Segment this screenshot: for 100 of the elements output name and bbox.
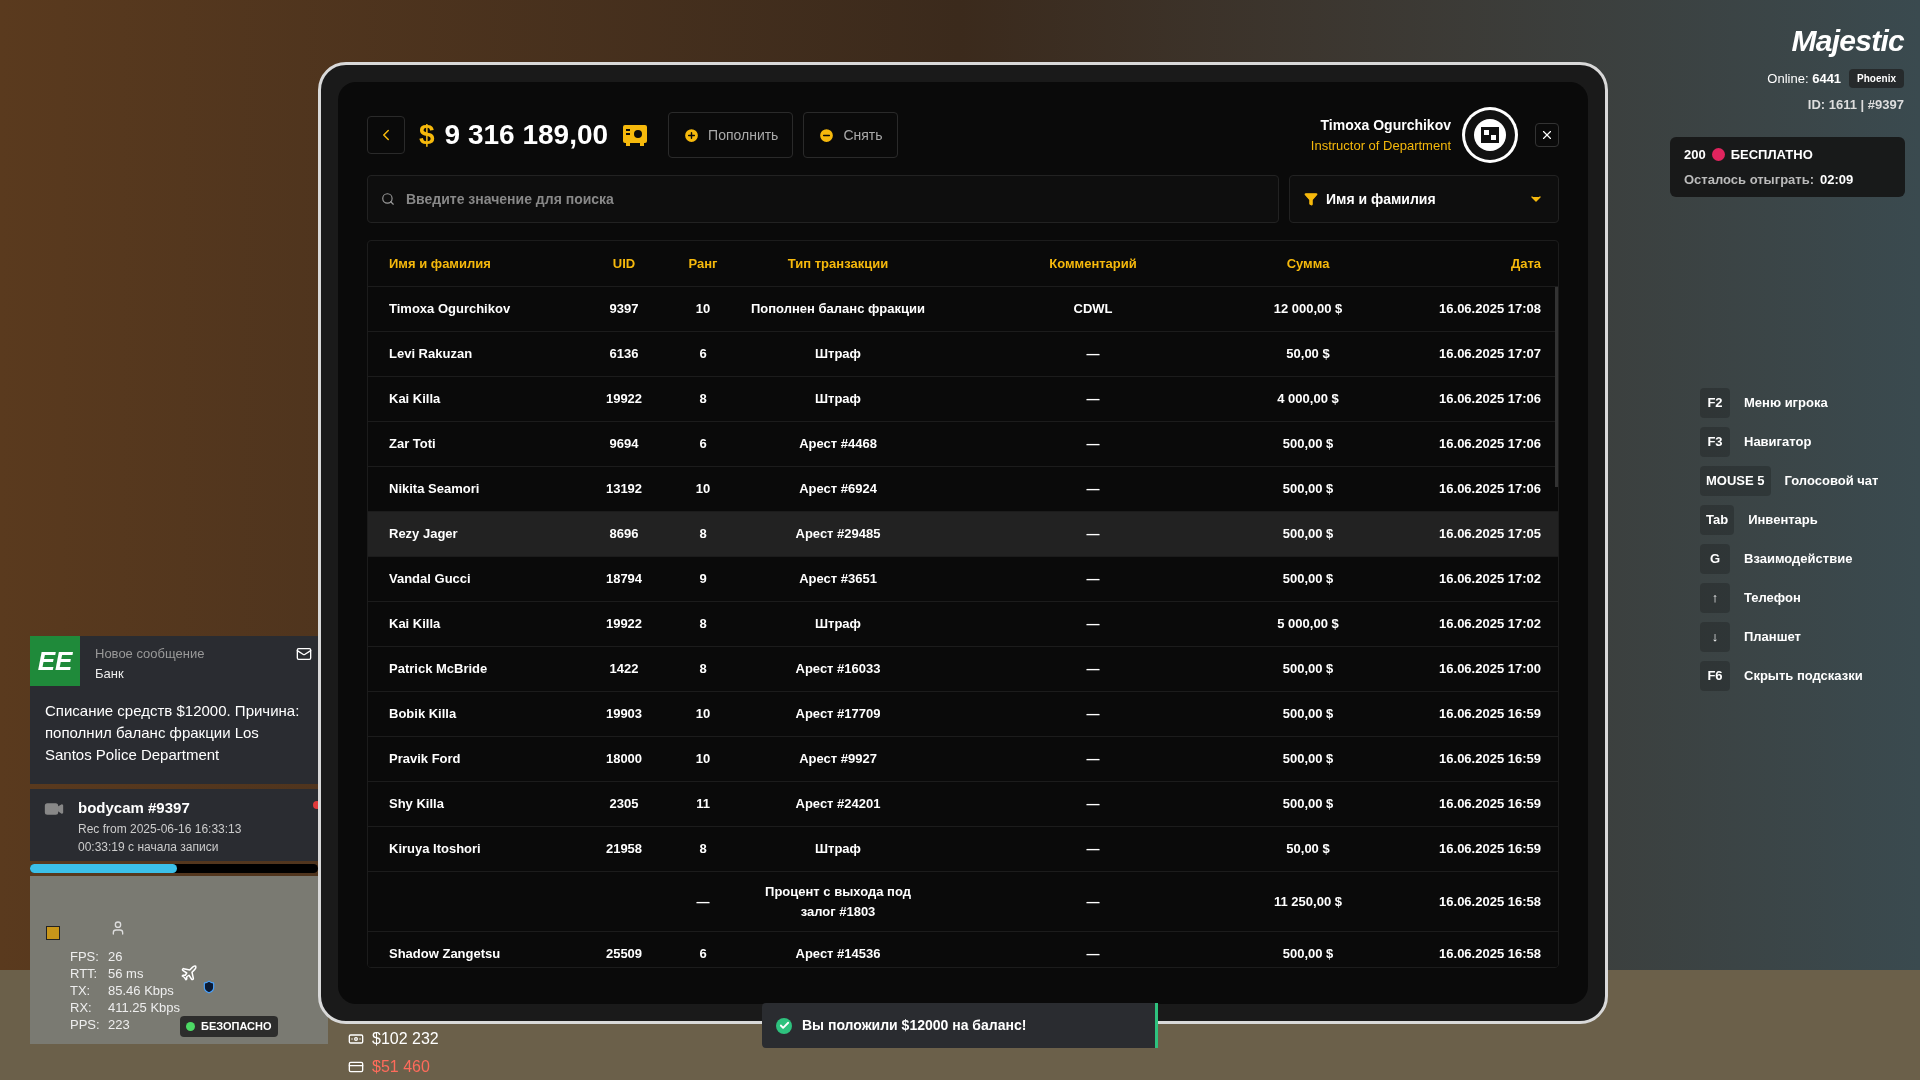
table-cell: 500,00 $ xyxy=(1282,481,1334,497)
table-cell: 21958 xyxy=(605,841,643,857)
table-cell: Vandal Gucci xyxy=(389,571,471,587)
table-cell: 16.06.2025 17:05 xyxy=(1439,526,1541,542)
hint-label: Инвентарь xyxy=(1748,511,1818,530)
balance-amount: 9 316 189,00 xyxy=(444,118,609,152)
bodycam-recorded: Rec from 2025-06-16 16:33:13 xyxy=(78,820,242,838)
table-cell: Kai Killa xyxy=(389,616,441,632)
table-cell: — xyxy=(1086,706,1100,722)
search-field[interactable]: Введите значение для поиска xyxy=(367,175,1279,223)
table-cell: Kiruya Itoshori xyxy=(389,841,481,857)
key-cap: ↓ xyxy=(1700,622,1730,652)
cash-icon xyxy=(348,1031,364,1047)
hint-label: Телефон xyxy=(1744,589,1801,608)
table-cell: 18794 xyxy=(605,571,643,587)
table-cell: 6 xyxy=(699,946,707,962)
column-header[interactable]: Сумма xyxy=(1286,255,1330,271)
table-cell: — xyxy=(1086,391,1100,407)
bodycam-elapsed: 00:33:19 с начала записи xyxy=(78,838,220,856)
table-cell: 19922 xyxy=(605,391,643,407)
table-cell: Арест #17709 xyxy=(795,706,881,722)
table-cell: 500,00 $ xyxy=(1282,526,1334,542)
stat-label: RTT: xyxy=(70,965,99,982)
department-seal-icon xyxy=(1461,106,1519,164)
key-cap: MOUSE 5 xyxy=(1700,466,1771,496)
table-cell: Nikita Seamori xyxy=(389,481,480,497)
table-cell: — xyxy=(1086,481,1100,497)
table-cell: 1422 xyxy=(609,661,639,677)
table-cell: Процент с выхода под залог #1803 xyxy=(765,884,911,919)
filter-dropdown[interactable]: Имя и фамилия xyxy=(1289,175,1559,223)
hint-label: Взаимодействие xyxy=(1744,550,1853,569)
table-cell: — xyxy=(1086,946,1100,962)
table-cell: 8 xyxy=(699,841,707,857)
table-cell: 50,00 $ xyxy=(1286,346,1330,362)
table-cell: 16.06.2025 17:02 xyxy=(1439,571,1541,587)
user-role: Instructor of Department xyxy=(1310,136,1451,155)
table-cell: Арест #16033 xyxy=(795,661,881,677)
bonus-amount: 200 xyxy=(1684,146,1706,164)
table-cell: 9 xyxy=(699,571,707,587)
filter-icon xyxy=(1304,192,1318,206)
table-cell: Арест #24201 xyxy=(795,796,881,812)
table-cell: 500,00 $ xyxy=(1282,571,1334,587)
table-cell: 6136 xyxy=(609,346,639,362)
coin-icon xyxy=(1711,148,1725,162)
stat-value: 26 xyxy=(108,948,123,965)
table-cell: — xyxy=(1086,436,1100,452)
deposit-button[interactable]: Пополнить xyxy=(668,112,794,158)
close-button[interactable] xyxy=(1535,123,1559,147)
table-cell: 16.06.2025 17:08 xyxy=(1439,301,1541,317)
withdraw-button[interactable]: Снять xyxy=(803,112,898,158)
stat-value: 56 ms xyxy=(108,965,144,982)
column-header[interactable]: Дата xyxy=(1510,255,1541,271)
bodycam-title: bodycam #9397 xyxy=(78,798,191,818)
hint-label: Меню игрока xyxy=(1744,394,1828,413)
map-marker-icon xyxy=(46,926,60,940)
table-cell: — xyxy=(1086,841,1100,857)
stat-label: RX: xyxy=(70,999,93,1016)
column-header[interactable]: Ранг xyxy=(688,255,718,271)
remaining-time: 02:09 xyxy=(1820,170,1854,189)
table-cell: 16.06.2025 16:59 xyxy=(1439,841,1541,857)
column-header[interactable]: Комментарий xyxy=(1049,255,1137,271)
key-cap: F2 xyxy=(1700,388,1730,418)
key-cap: G xyxy=(1700,544,1730,574)
player-id: ID: 1611 | #9397 xyxy=(1807,95,1904,114)
table-cell: 12 000,00 $ xyxy=(1273,301,1343,317)
bank-logo: EE xyxy=(30,636,80,686)
table-cell: 16.06.2025 16:59 xyxy=(1439,706,1541,722)
check-icon xyxy=(776,1017,792,1034)
table-cell: Арест #3651 xyxy=(799,571,877,587)
table-cell: 500,00 $ xyxy=(1282,661,1334,677)
table-cell: Арест #6924 xyxy=(799,481,877,497)
table-cell: 10 xyxy=(695,751,711,767)
table-cell: Kai Killa xyxy=(389,391,441,407)
stat-value: 411.25 Kbps xyxy=(108,999,181,1016)
table-cell: 16.06.2025 16:58 xyxy=(1439,946,1541,962)
notification-title: Новое сообщение xyxy=(95,645,206,663)
online-label: Online: 6441 xyxy=(1767,70,1842,88)
zone-status-label: БЕЗОПАСНО xyxy=(201,1019,272,1034)
column-header[interactable]: Имя и фамилия xyxy=(389,255,491,271)
column-header[interactable]: UID xyxy=(612,255,636,271)
cash-amount: $102 232 xyxy=(372,1029,439,1049)
currency-sign: $ xyxy=(419,118,435,152)
table-cell: 8 xyxy=(699,661,707,677)
table-cell: — xyxy=(1086,796,1100,812)
table-cell: 9694 xyxy=(609,436,639,452)
server-badge: Phoenix xyxy=(1849,69,1904,89)
table-cell: 16.06.2025 17:02 xyxy=(1439,616,1541,632)
column-header[interactable]: Тип транзакции xyxy=(787,255,889,271)
table-cell: 8 xyxy=(699,391,707,407)
table-cell: 19903 xyxy=(605,706,643,722)
table-cell: 16.06.2025 17:07 xyxy=(1439,346,1541,362)
table-cell: — xyxy=(1086,661,1100,677)
table-cell: 500,00 $ xyxy=(1282,946,1334,962)
table-cell: Пополнен баланс фракции xyxy=(751,301,925,317)
table-cell: Patrick McBride xyxy=(389,661,488,677)
person-icon xyxy=(110,920,126,936)
minus-icon xyxy=(818,126,836,144)
key-cap: F3 xyxy=(1700,427,1730,457)
table-cell: Штраф xyxy=(815,616,861,632)
table-row[interactable]: Rezy Jager 8696 8 Арест #29485 — 500,00 $ 16.06.2025 17:05 xyxy=(368,512,1558,557)
